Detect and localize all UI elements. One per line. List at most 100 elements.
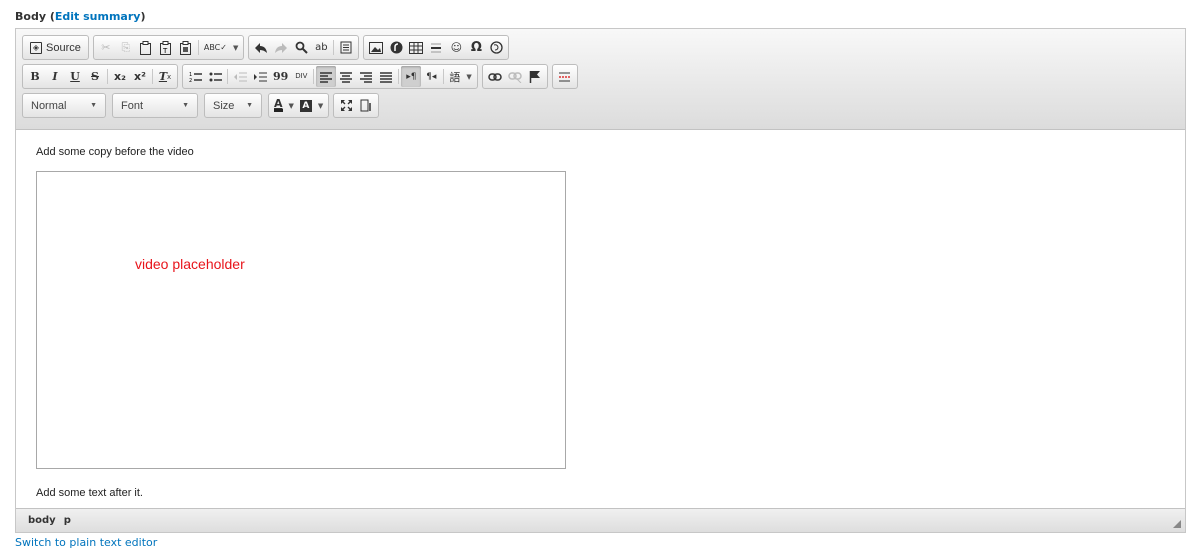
dropdown-caret-icon: ▼ xyxy=(317,101,324,110)
replace-label: ab xyxy=(315,42,328,53)
blockquote-icon[interactable]: 99 xyxy=(270,66,291,87)
editor-content[interactable]: Add some copy before the video video pla… xyxy=(16,130,1185,508)
paren-close: ) xyxy=(140,10,146,23)
cut-icon[interactable]: ✂ xyxy=(96,37,116,58)
source-icon: ◈ xyxy=(30,41,42,54)
align-left-icon[interactable] xyxy=(316,66,337,87)
toolbar-separator xyxy=(197,40,199,55)
remove-format-sub: x xyxy=(167,72,172,81)
source-button[interactable]: ◈ Source xyxy=(25,37,86,58)
rtl-icon[interactable]: ¶◂ xyxy=(421,66,441,87)
replace-icon[interactable]: ab xyxy=(311,37,331,58)
unlink-icon[interactable] xyxy=(505,66,525,87)
smiley-icon[interactable]: ☺ xyxy=(446,37,466,58)
spellcheck-label: ABC✓ xyxy=(203,43,227,52)
svg-text:2: 2 xyxy=(189,78,192,83)
edit-summary-link[interactable]: Edit summary xyxy=(55,10,141,23)
link-icon[interactable] xyxy=(485,66,505,87)
bold-button[interactable]: B xyxy=(25,66,45,87)
paren-open: ( xyxy=(46,10,55,23)
video-placeholder-text: video placeholder xyxy=(135,256,245,272)
toolbar-separator xyxy=(152,69,153,84)
source-group: ◈ Source xyxy=(22,35,89,60)
colors-group: A ▼ A ▼ xyxy=(268,93,330,118)
paste-word-icon[interactable] xyxy=(176,37,196,58)
toolbar-separator xyxy=(313,69,315,84)
toolbar-row-2: B I U S x₂ x² Tx 12 99 DIV ▸¶ ¶◂ 語 ▼ xyxy=(22,62,1185,91)
remove-format-button[interactable]: Tx xyxy=(155,66,175,87)
dropdown-caret-icon: ▼ xyxy=(232,43,239,52)
font-select[interactable]: Font ▼ xyxy=(112,93,198,118)
ltr-icon[interactable]: ▸¶ xyxy=(401,66,422,87)
video-placeholder-box[interactable]: video placeholder xyxy=(36,171,566,469)
insert-group: ☺ Ω xyxy=(363,35,510,60)
subscript-button[interactable]: x₂ xyxy=(110,66,130,87)
paste-icon[interactable] xyxy=(136,37,156,58)
strikethrough-button[interactable]: S xyxy=(85,66,105,87)
chevron-down-icon: ▼ xyxy=(90,102,97,109)
paragraph-before[interactable]: Add some copy before the video xyxy=(36,146,1165,158)
create-div-icon[interactable]: DIV xyxy=(291,66,311,87)
toolbar-separator xyxy=(227,69,228,84)
size-select[interactable]: Size ▼ xyxy=(204,93,262,118)
select-all-icon[interactable] xyxy=(336,37,356,58)
pagebreak-group xyxy=(551,64,578,89)
size-select-value: Size xyxy=(213,99,235,112)
toolbar-row-1: ◈ Source ✂ ⎘ T ABC✓ ▼ ab ☺ Ω xyxy=(22,33,1185,62)
copy-icon[interactable]: ⎘ xyxy=(116,37,136,58)
source-label: Source xyxy=(46,41,81,54)
flash-icon[interactable] xyxy=(386,37,406,58)
table-icon[interactable] xyxy=(406,37,426,58)
superscript-button[interactable]: x² xyxy=(130,66,150,87)
language-icon[interactable]: 語 ▼ xyxy=(446,66,474,87)
justify-icon[interactable] xyxy=(376,66,396,87)
indent-icon[interactable] xyxy=(250,66,270,87)
rich-text-editor: ◈ Source ✂ ⎘ T ABC✓ ▼ ab ☺ Ω B I U S x₂ … xyxy=(15,28,1186,533)
undo-icon[interactable] xyxy=(251,37,271,58)
outdent-icon[interactable] xyxy=(230,66,250,87)
font-select-value: Font xyxy=(121,99,144,112)
path-item-p[interactable]: p xyxy=(64,515,71,526)
chevron-down-icon: ▼ xyxy=(182,102,189,109)
anchor-flag-icon[interactable] xyxy=(525,66,545,87)
chevron-down-icon: ▼ xyxy=(246,102,253,109)
toolbar-separator xyxy=(107,69,108,84)
tools-group xyxy=(333,93,380,118)
svg-text:T: T xyxy=(162,47,168,55)
bulleted-list-icon[interactable] xyxy=(205,66,225,87)
spellcheck-icon[interactable]: ABC✓ ▼ xyxy=(201,37,242,58)
page-break-icon[interactable] xyxy=(555,66,575,87)
maximize-icon[interactable] xyxy=(336,95,356,116)
text-color-button[interactable]: A ▼ xyxy=(271,95,297,116)
toolbar-separator xyxy=(443,69,445,84)
numbered-list-icon[interactable]: 12 xyxy=(185,66,205,87)
redo-icon[interactable] xyxy=(271,37,291,58)
iframe-icon[interactable] xyxy=(486,37,506,58)
format-select-value: Normal xyxy=(31,99,67,112)
path-item-body[interactable]: body xyxy=(28,515,56,526)
align-right-icon[interactable] xyxy=(356,66,376,87)
show-blocks-icon[interactable] xyxy=(356,95,376,116)
dropdown-caret-icon: ▼ xyxy=(288,101,294,110)
bg-color-button[interactable]: A ▼ xyxy=(297,95,326,116)
text-color-icon: A xyxy=(274,97,283,112)
editor-toolbar: ◈ Source ✂ ⎘ T ABC✓ ▼ ab ☺ Ω B I U S x₂ … xyxy=(16,29,1185,130)
links-group xyxy=(481,64,548,89)
bg-color-icon: A xyxy=(299,99,312,112)
format-select[interactable]: Normal ▼ xyxy=(22,93,106,118)
paste-text-icon[interactable]: T xyxy=(156,37,176,58)
special-char-icon[interactable]: Ω xyxy=(466,37,486,58)
dropdown-caret-icon: ▼ xyxy=(466,72,472,81)
underline-button[interactable]: U xyxy=(65,66,85,87)
toolbar-separator xyxy=(333,40,335,55)
undo-group: ab xyxy=(248,35,360,60)
toolbar-separator xyxy=(398,69,400,84)
resize-handle-icon[interactable] xyxy=(1173,520,1181,528)
image-icon[interactable] xyxy=(366,37,386,58)
paragraph-after[interactable]: Add some text after it. xyxy=(36,487,1165,499)
field-label-text: Body xyxy=(15,10,46,23)
horizontal-rule-icon[interactable] xyxy=(426,37,446,58)
find-icon[interactable] xyxy=(291,37,311,58)
italic-button[interactable]: I xyxy=(45,66,65,87)
align-center-icon[interactable] xyxy=(336,66,356,87)
